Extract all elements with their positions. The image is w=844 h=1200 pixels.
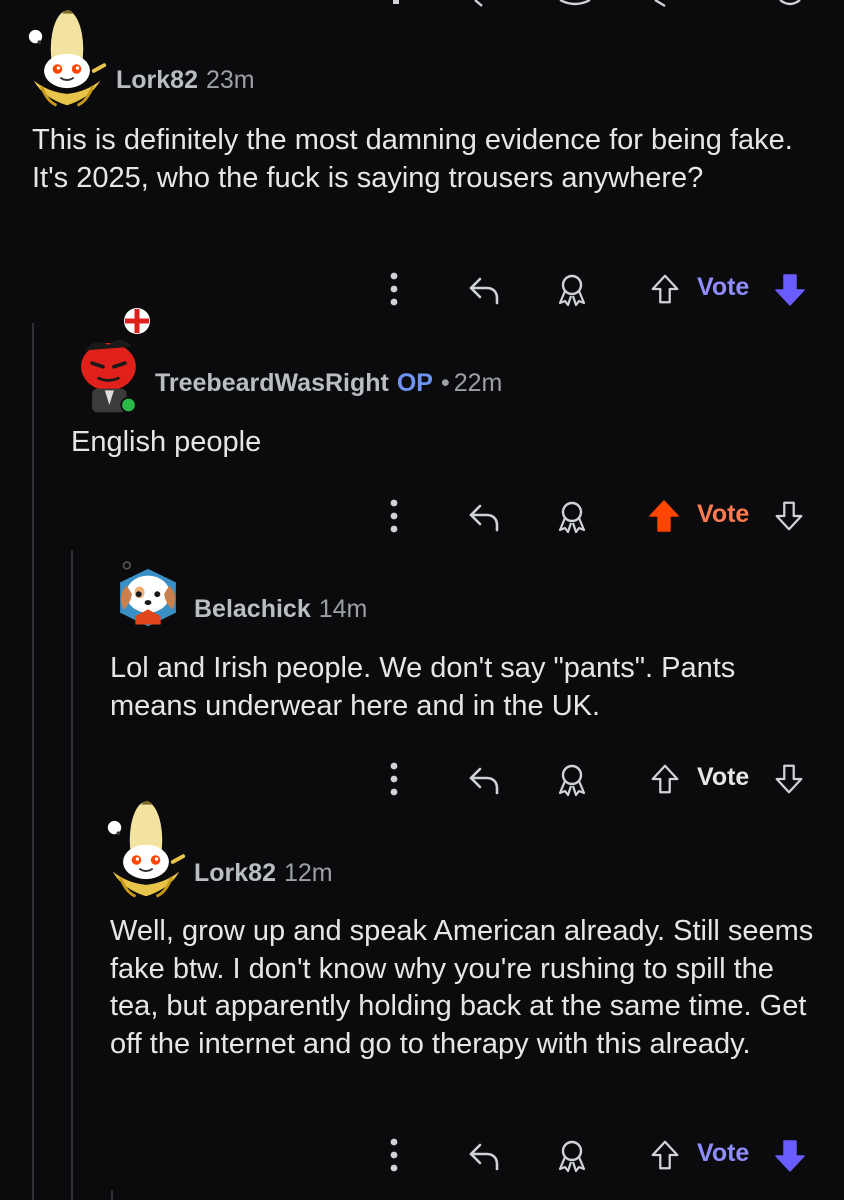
- username[interactable]: Belachick: [194, 595, 311, 624]
- more-options-icon[interactable]: [388, 270, 400, 310]
- downvote-icon[interactable]: [772, 1138, 808, 1174]
- puppy-avatar-icon[interactable]: [110, 557, 186, 633]
- previous-actions-partial: [0, 0, 844, 12]
- timestamp: 22m: [453, 369, 503, 397]
- award-icon[interactable]: [554, 272, 590, 308]
- comment-header: Belachick 14m: [194, 595, 367, 624]
- more-options-icon[interactable]: [388, 497, 400, 537]
- reply-icon[interactable]: [466, 272, 502, 308]
- comment-actions: Vote: [0, 760, 844, 800]
- vote-label: Vote: [697, 763, 750, 791]
- comment-actions: Vote: [0, 270, 844, 310]
- comment-body: This is definitely the most damning evid…: [32, 124, 793, 194]
- username[interactable]: Lork82: [194, 859, 276, 888]
- downvote-icon[interactable]: [772, 272, 808, 308]
- more-options-icon[interactable]: [388, 760, 400, 800]
- comment-body: English people: [71, 426, 262, 458]
- upvote-icon[interactable]: [648, 762, 682, 796]
- upvote-icon[interactable]: [648, 1138, 682, 1172]
- username[interactable]: TreebeardWasRight: [155, 369, 389, 398]
- comment-actions: Vote: [0, 497, 844, 537]
- award-icon[interactable]: [554, 499, 590, 535]
- timestamp: 14m: [318, 595, 368, 623]
- banana-avatar-icon[interactable]: [24, 6, 110, 111]
- comment-header: Lork82 12m: [194, 859, 333, 888]
- username[interactable]: Lork82: [116, 66, 198, 95]
- vote-label: Vote: [697, 1139, 750, 1167]
- upvote-icon[interactable]: [648, 272, 682, 306]
- comment-body: Well, grow up and speak American already…: [110, 915, 814, 1060]
- vote-label: Vote: [697, 273, 750, 301]
- comment-body: Lol and Irish people. We don't say "pant…: [110, 652, 736, 722]
- comment-header: Lork82 23m: [116, 66, 255, 95]
- downvote-icon[interactable]: [772, 762, 806, 796]
- reply-icon[interactable]: [466, 1138, 502, 1174]
- reply-icon[interactable]: [466, 762, 502, 798]
- downvote-icon[interactable]: [772, 499, 806, 533]
- comment-header: TreebeardWasRight OP • 22m: [155, 369, 502, 398]
- timestamp: 12m: [283, 859, 333, 887]
- vote-label: Vote: [697, 500, 750, 528]
- timestamp: 23m: [205, 66, 255, 94]
- award-icon[interactable]: [554, 762, 590, 798]
- award-icon[interactable]: [554, 1138, 590, 1174]
- more-options-icon[interactable]: [388, 1136, 400, 1176]
- thread-line-depth-2[interactable]: [71, 550, 73, 1200]
- upvote-icon[interactable]: [646, 498, 682, 534]
- reply-icon[interactable]: [466, 499, 502, 535]
- red-snoo-avatar-icon[interactable]: [72, 312, 154, 416]
- separator-dot: •: [440, 369, 450, 397]
- banana-avatar-icon[interactable]: [103, 797, 189, 902]
- thread-line-depth-3[interactable]: [111, 1190, 113, 1200]
- op-badge: OP: [396, 369, 433, 397]
- comment-actions: Vote: [0, 1136, 844, 1176]
